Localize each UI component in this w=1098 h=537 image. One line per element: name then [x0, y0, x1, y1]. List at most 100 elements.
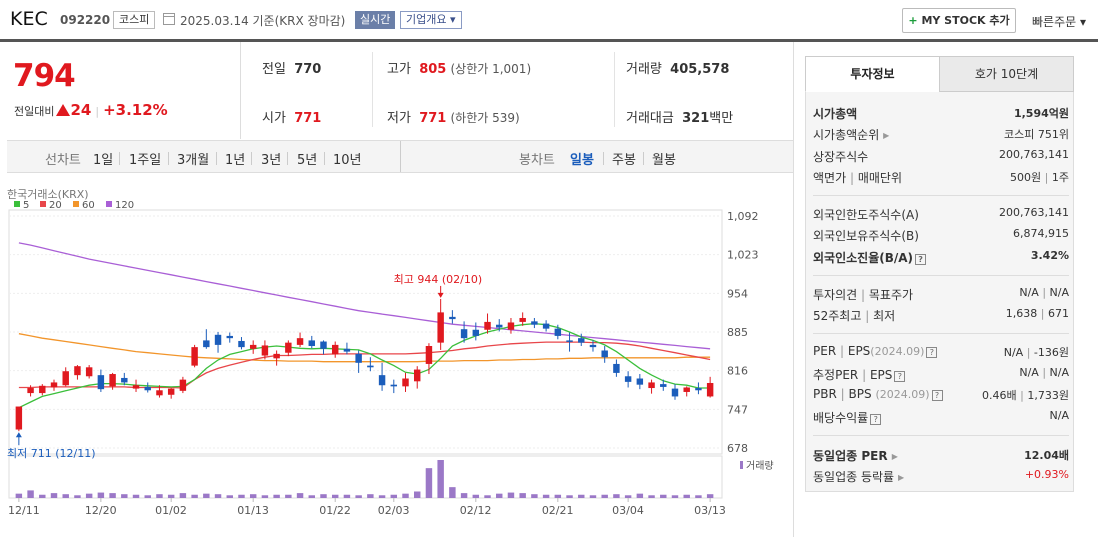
per-value: N/A: [1003, 346, 1024, 359]
market-cap-value: 1,594억원: [1013, 107, 1069, 120]
divider: [372, 52, 373, 127]
period-10y[interactable]: 10년: [333, 149, 362, 168]
prev-close-value: 770: [294, 62, 322, 77]
price-chart: 한국거래소(KRX) 5 20 60 120 1,092 1,023 954 885 816 7…: [0, 180, 792, 537]
chart-source: 한국거래소(KRX): [7, 188, 89, 201]
investment-info-panel: 시가총액 1,594억원 시가총액순위 ▶ 코스피 751위 상장주식수 200,76…: [805, 92, 1074, 492]
info-tabs: 투자정보 호가 10단계: [805, 56, 1074, 92]
volume-bar: [706, 494, 714, 498]
candle-weekly[interactable]: 주봉: [612, 149, 636, 168]
candle-body: [589, 344, 597, 348]
volume-bar: [85, 493, 93, 498]
candle-body: [601, 350, 608, 358]
volume-bar: [578, 494, 585, 498]
period-1y[interactable]: 1년: [225, 149, 245, 168]
help-icon[interactable]: ?: [915, 254, 927, 265]
sector-change-row[interactable]: 동일업종 등락률 ▶ +0.93%: [813, 466, 1069, 486]
volume-bar: [331, 494, 339, 498]
candle-body: [367, 365, 374, 368]
candle-body: [285, 342, 292, 353]
volume-bar: [402, 493, 409, 498]
volume-label: 거래량: [746, 460, 774, 472]
candle-body: [156, 390, 163, 396]
candle-body: [542, 323, 550, 329]
candle-body: [203, 340, 210, 348]
volume-bar: [601, 494, 608, 498]
moving-average-ma5: [18, 322, 711, 409]
foreign-ratio-value: 3.42%: [1030, 249, 1069, 262]
target-price-label: 목표주가: [868, 288, 914, 302]
sector-per-row[interactable]: 동일업종 PER ▶ 12.04배: [813, 445, 1069, 465]
x-tick-label: 03/13: [694, 504, 726, 517]
volume-value: 405,578: [670, 62, 730, 77]
high-arrow-head: [437, 292, 444, 298]
candle-body: [109, 374, 116, 387]
candle-body: [671, 388, 679, 397]
candle-body: [132, 385, 140, 389]
up-arrow-icon: [56, 104, 71, 116]
pbr-bps-row: PBR | BPS (2024.09)? 0.46배 | 1,733원: [813, 387, 1069, 402]
pbr-label: PBR: [813, 387, 837, 401]
market-cap-rank-value: 코스피 751위: [1004, 128, 1069, 141]
dividend-label: 배당수익률: [813, 411, 869, 425]
low-label: 저가: [387, 111, 411, 126]
volume-bar: [355, 495, 362, 498]
candle-body: [507, 322, 515, 330]
volume-bar: [589, 495, 597, 498]
help-icon[interactable]: ?: [931, 390, 943, 401]
current-price-panel: 794 전일대비 24 | +3.12%: [7, 42, 241, 139]
low-value: 771: [419, 111, 447, 126]
candle-daily[interactable]: 일봉: [570, 149, 594, 168]
candle-body: [683, 387, 690, 392]
y-tick-label: 954: [727, 287, 748, 300]
period-1d[interactable]: 1일: [93, 149, 113, 168]
sector-change-label: 동일업종 등락률: [813, 470, 895, 484]
volume-bar: [613, 494, 620, 498]
volume-bar: [425, 468, 433, 498]
period-3y[interactable]: 3년: [261, 149, 281, 168]
period-1w[interactable]: 1주일: [129, 149, 161, 168]
legend-label-ma20: 20: [49, 200, 62, 211]
x-tick-label: 01/13: [237, 504, 269, 517]
volume-bar: [367, 494, 374, 498]
volume-bar: [320, 494, 327, 498]
realtime-button[interactable]: 실시간: [355, 11, 396, 29]
help-icon[interactable]: ?: [926, 347, 938, 358]
quick-order-dropdown[interactable]: 빠른주문 ▾: [1032, 13, 1086, 30]
candle-monthly[interactable]: 월봉: [652, 149, 676, 168]
est-per-value: N/A: [1019, 366, 1039, 379]
candle-body: [238, 340, 245, 348]
sector-change-value: +0.93%: [1024, 468, 1069, 481]
x-tick-label: 02/12: [460, 504, 492, 517]
candle-body: [519, 317, 526, 322]
candle-body: [578, 338, 585, 343]
dividend-value: N/A: [1049, 409, 1069, 422]
volume-bar: [27, 490, 34, 498]
volume-bar: [214, 494, 222, 498]
market-cap-rank-row[interactable]: 시가총액순위 ▶ 코스피 751위: [813, 124, 1069, 144]
foreign-limit-value: 200,763,141: [999, 206, 1069, 219]
tab-order-book[interactable]: 호가 10단계: [939, 56, 1074, 92]
volume-bar: [97, 492, 105, 498]
period-3m[interactable]: 3개월: [177, 149, 209, 168]
help-icon[interactable]: ?: [894, 371, 906, 382]
volume-bar: [484, 495, 491, 498]
candle-body: [660, 384, 667, 387]
volume-bar: [132, 494, 140, 498]
open-label: 시가: [262, 111, 286, 126]
tab-investment-info[interactable]: 투자정보: [805, 56, 940, 92]
add-my-stock-button[interactable]: + MY STOCK 추가: [902, 8, 1016, 33]
company-overview-dropdown[interactable]: 기업개요 ▾: [400, 11, 462, 29]
help-icon[interactable]: ?: [870, 414, 882, 425]
est-per-label: 추정PER: [813, 368, 859, 382]
dividend-row: 배당수익률? N/A: [813, 407, 1069, 427]
volume-bar: [531, 494, 538, 498]
volume-bar: [296, 493, 304, 498]
period-5y[interactable]: 5년: [297, 149, 317, 168]
divider: [614, 52, 615, 127]
candle-body: [214, 334, 222, 345]
volume-bar: [144, 495, 151, 498]
volume-bar: [496, 493, 503, 498]
change-amount: 24: [70, 101, 92, 119]
volume-bar: [285, 494, 292, 498]
